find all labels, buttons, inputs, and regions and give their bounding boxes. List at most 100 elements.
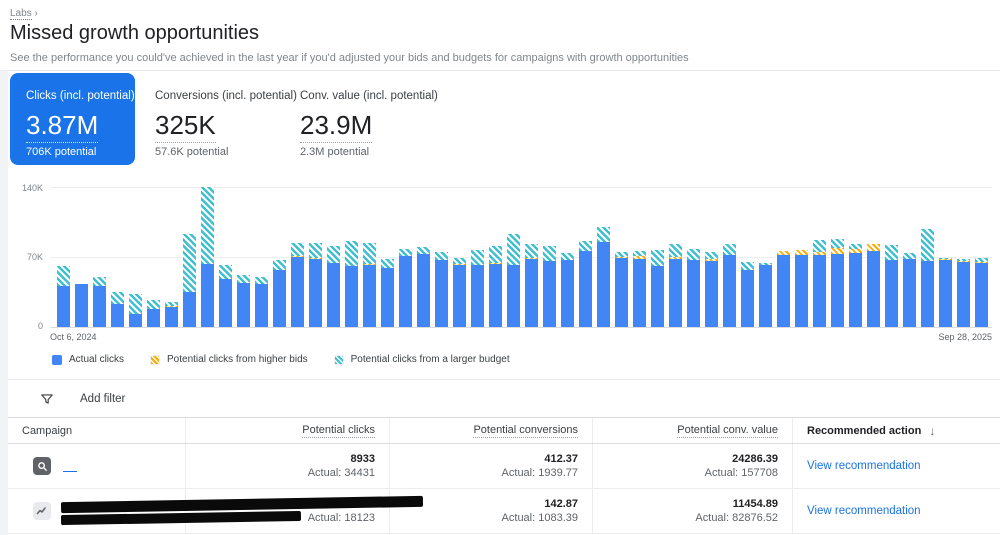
search-campaign-icon <box>33 457 51 475</box>
bar-week-19[interactable] <box>381 187 394 327</box>
bar-week-8[interactable] <box>183 187 196 327</box>
column-header-campaign[interactable]: Campaign <box>8 418 186 443</box>
y-axis-tick-70k: 70K <box>27 252 43 262</box>
bar-week-3[interactable] <box>93 187 106 327</box>
bar-week-27[interactable] <box>525 187 538 327</box>
bar-week-2[interactable] <box>75 187 88 327</box>
bar-week-29[interactable] <box>561 187 574 327</box>
bar-week-42[interactable] <box>795 187 808 327</box>
bar-week-40[interactable] <box>759 187 772 327</box>
actual-conv-value-value: Actual: 157708 <box>705 467 778 479</box>
view-recommendation-link[interactable]: View recommendation <box>807 505 921 517</box>
recommended-action-cell: View recommendation <box>793 489 1000 533</box>
redacted-campaign-name[interactable] <box>61 460 77 472</box>
bar-week-39[interactable] <box>741 187 754 327</box>
bar-week-20[interactable] <box>399 187 412 327</box>
potential-conversions-cell: 412.37 Actual: 1939.77 <box>390 444 593 488</box>
bar-week-31[interactable] <box>597 187 610 327</box>
bar-week-47[interactable] <box>885 187 898 327</box>
missed-growth-opportunities-page: Labs › Missed growth opportunities See t… <box>0 0 1000 535</box>
page-title: Missed growth opportunities <box>10 22 1000 45</box>
bar-week-51[interactable] <box>957 187 970 327</box>
legend-item-higher-bids[interactable]: Potential clicks from higher bids <box>150 354 308 365</box>
y-axis-tick-0: 0 <box>38 321 43 331</box>
bar-week-21[interactable] <box>417 187 430 327</box>
legend-label: Actual clicks <box>69 354 124 365</box>
bar-week-13[interactable] <box>273 187 286 327</box>
bar-week-37[interactable] <box>705 187 718 327</box>
actual-clicks-value: Actual: 34431 <box>308 467 375 479</box>
breadcrumb: Labs › <box>10 8 1000 19</box>
bar-week-46[interactable] <box>867 187 880 327</box>
bar-week-9[interactable] <box>201 187 214 327</box>
bar-week-32[interactable] <box>615 187 628 327</box>
bar-week-1[interactable] <box>57 187 70 327</box>
bar-week-35[interactable] <box>669 187 682 327</box>
performance-max-campaign-icon <box>33 502 51 520</box>
column-header-potential-conversions[interactable]: Potential conversions <box>390 418 593 443</box>
sort-descending-icon[interactable]: ↓ <box>929 424 935 438</box>
bar-week-11[interactable] <box>237 187 250 327</box>
recommended-action-cell: View recommendation <box>793 444 1000 488</box>
bar-week-49[interactable] <box>921 187 934 327</box>
bar-week-44[interactable] <box>831 187 844 327</box>
bar-week-52[interactable] <box>975 187 988 327</box>
bar-week-43[interactable] <box>813 187 826 327</box>
bar-week-25[interactable] <box>489 187 502 327</box>
add-filter-button[interactable]: Add filter <box>80 393 125 405</box>
column-header-recommended-action[interactable]: Recommended action ↓ <box>793 418 1000 443</box>
breadcrumb-labs-link[interactable]: Labs <box>10 8 32 20</box>
bar-week-23[interactable] <box>453 187 466 327</box>
column-header-potential-clicks[interactable]: Potential clicks <box>186 418 390 443</box>
bar-week-36[interactable] <box>687 187 700 327</box>
bar-week-41[interactable] <box>777 187 790 327</box>
x-axis-end-label: Sep 28, 2025 <box>938 332 992 342</box>
bar-week-17[interactable] <box>345 187 358 327</box>
bar-week-7[interactable] <box>165 187 178 327</box>
table-row: 41544 Actual: 18123 142.87 Actual: 1083.… <box>8 489 1000 534</box>
bar-week-22[interactable] <box>435 187 448 327</box>
larger-budget-swatch-icon <box>334 355 344 365</box>
bar-week-33[interactable] <box>633 187 646 327</box>
potential-conversions-value: 142.87 <box>544 498 578 510</box>
potential-conversions-value: 412.37 <box>544 453 578 465</box>
filter-funnel-icon[interactable] <box>40 392 54 406</box>
actual-conversions-value: Actual: 1939.77 <box>502 467 578 479</box>
metric-value: 3.87M <box>26 110 98 143</box>
metric-card-conversions[interactable]: Conversions (incl. potential) 325K 57.6K… <box>155 73 300 165</box>
view-recommendation-link[interactable]: View recommendation <box>807 460 921 472</box>
bar-week-50[interactable] <box>939 187 952 327</box>
bar-week-5[interactable] <box>129 187 142 327</box>
bar-week-4[interactable] <box>111 187 124 327</box>
bar-week-45[interactable] <box>849 187 862 327</box>
potential-conv-value-value: 24286.39 <box>732 453 778 465</box>
bar-week-48[interactable] <box>903 187 916 327</box>
metric-card-clicks[interactable]: Clicks (incl. potential) 3.87M 706K pote… <box>10 73 135 165</box>
bar-week-10[interactable] <box>219 187 232 327</box>
bar-week-28[interactable] <box>543 187 556 327</box>
bar-week-24[interactable] <box>471 187 484 327</box>
legend-item-larger-budget[interactable]: Potential clicks from a larger budget <box>334 354 510 365</box>
bar-week-15[interactable] <box>309 187 322 327</box>
bar-week-38[interactable] <box>723 187 736 327</box>
bar-week-12[interactable] <box>255 187 268 327</box>
bar-week-14[interactable] <box>291 187 304 327</box>
chart-plot-area: 140K 70K 0 <box>50 187 992 328</box>
campaign-cell <box>8 489 186 533</box>
chart-legend: Actual clicks Potential clicks from high… <box>52 354 1000 365</box>
bar-week-16[interactable] <box>327 187 340 327</box>
metric-card-conv-value[interactable]: Conv. value (incl. potential) 23.9M 2.3M… <box>300 73 460 165</box>
actual-conv-value-value: Actual: 82876.52 <box>695 512 778 524</box>
breadcrumb-chevron-icon: › <box>34 8 37 19</box>
bar-week-18[interactable] <box>363 187 376 327</box>
metric-label: Clicks (incl. potential) <box>26 90 135 102</box>
left-gutter <box>0 71 8 535</box>
legend-item-actual-clicks[interactable]: Actual clicks <box>52 354 124 365</box>
legend-label: Potential clicks from higher bids <box>167 354 308 365</box>
bar-week-6[interactable] <box>147 187 160 327</box>
bar-week-26[interactable] <box>507 187 520 327</box>
bar-week-30[interactable] <box>579 187 592 327</box>
column-header-potential-conv-value[interactable]: Potential conv. value <box>593 418 793 443</box>
campaigns-table: Campaign Potential clicks Potential conv… <box>8 417 1000 534</box>
bar-week-34[interactable] <box>651 187 664 327</box>
